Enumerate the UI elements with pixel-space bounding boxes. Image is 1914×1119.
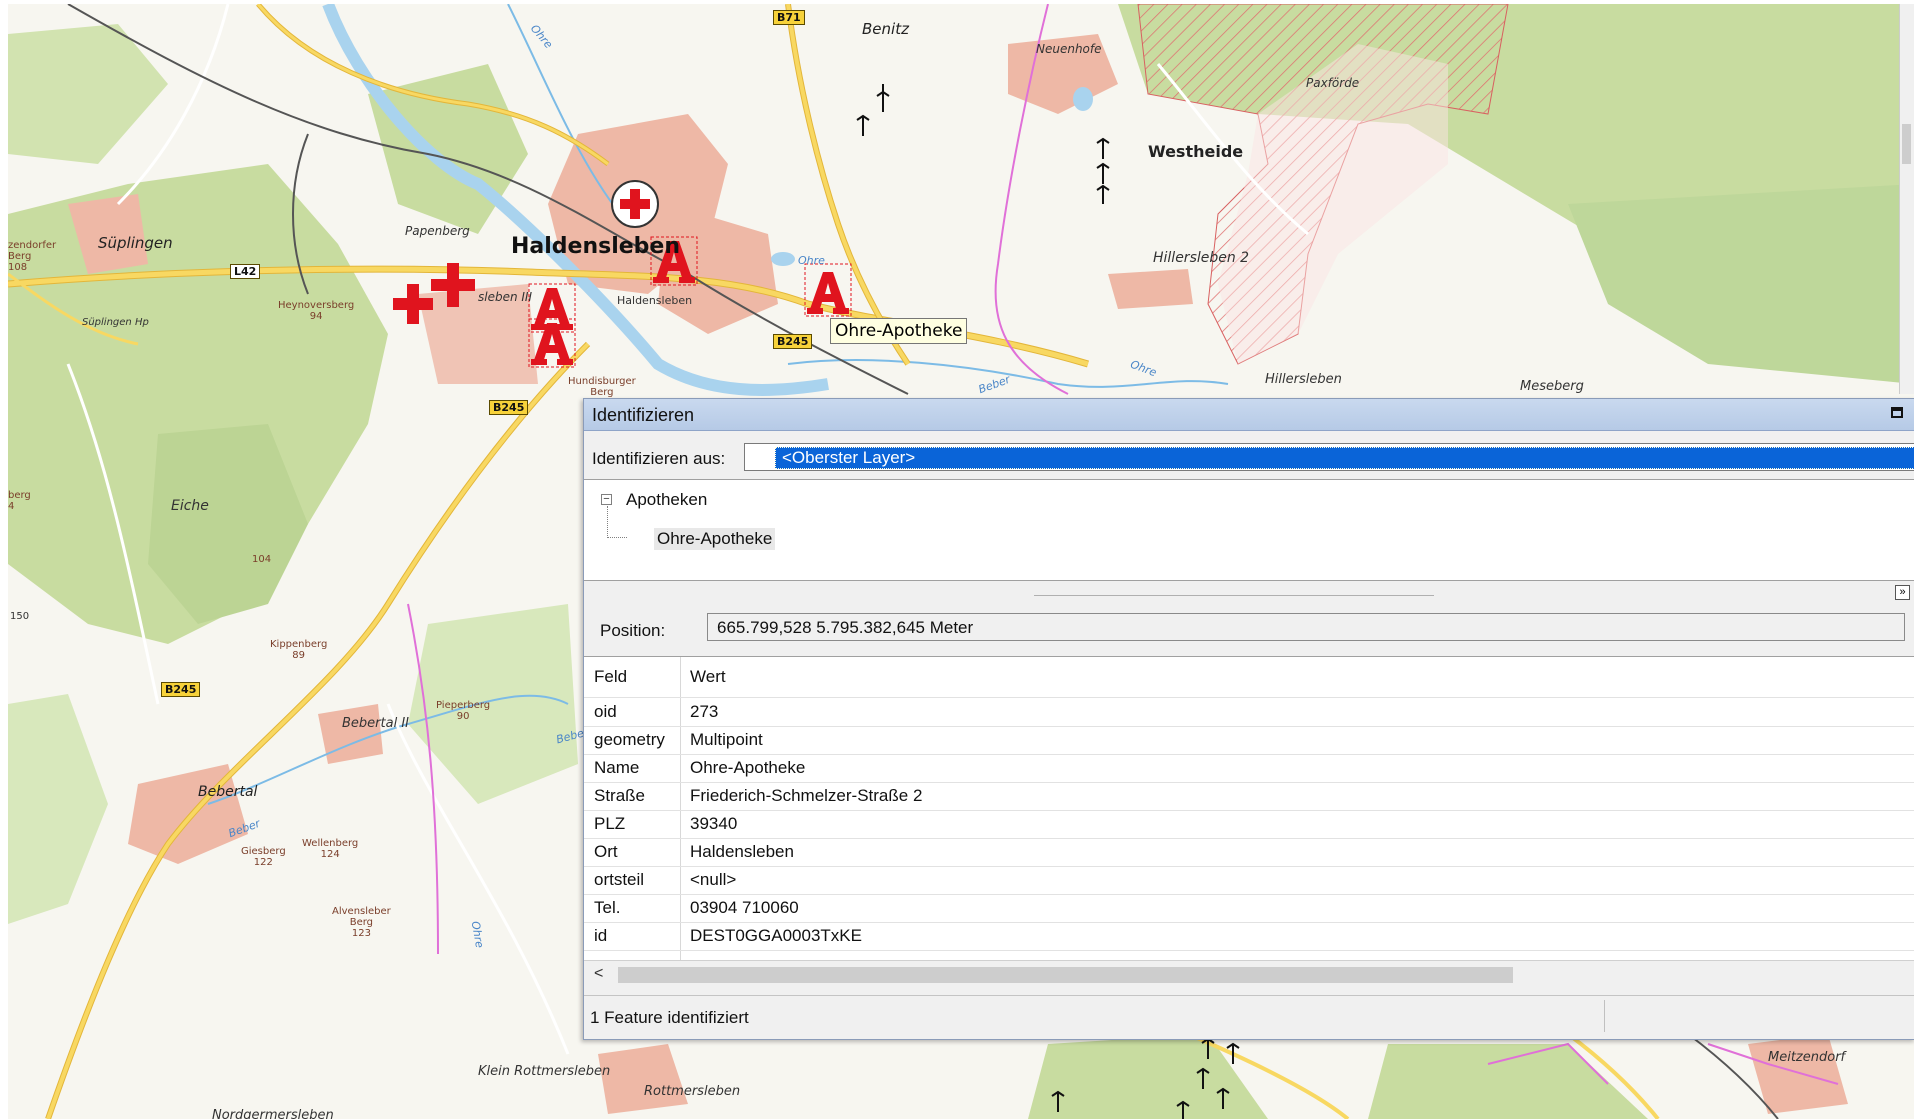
row-value: DEST0GGA0003TxKE: [690, 926, 862, 945]
table-row[interactable]: oid 273: [584, 698, 1914, 727]
row-field: id: [594, 926, 608, 945]
road-shield-b245: B245: [773, 334, 813, 349]
identify-titlebar[interactable]: Identifizieren: [584, 399, 1914, 431]
town-label: Klein Rottmersleben: [478, 1064, 611, 1079]
station-label: Süplingen Hp: [82, 317, 149, 328]
scrollbar-thumb[interactable]: [618, 967, 1513, 983]
town-label: Rottmersleben: [644, 1084, 741, 1099]
row-field: Tel.: [594, 898, 621, 917]
table-row[interactable]: id DEST0GGA0003TxKE: [584, 922, 1914, 951]
town-label: Neuenhofe: [1036, 42, 1102, 56]
status-divider: [1604, 1000, 1605, 1032]
town-label: Hillersleben: [1265, 372, 1342, 387]
row-field: PLZ: [594, 814, 626, 833]
row-value: Haldensleben: [690, 842, 794, 861]
maximize-icon[interactable]: [1891, 407, 1903, 418]
row-field: Name: [594, 758, 640, 777]
road-shield-l42: L42: [230, 264, 261, 279]
table-row[interactable]: PLZ 39340: [584, 810, 1914, 839]
road-shield-b245: B245: [489, 400, 529, 415]
panel-splitter[interactable]: [1034, 595, 1434, 598]
position-label: Position:: [600, 621, 666, 640]
row-field: oid: [594, 702, 617, 721]
road-shield-b71: B71: [773, 10, 805, 25]
tree-connector: [607, 537, 627, 538]
town-label: Haldensleben: [617, 294, 693, 307]
map-tooltip: Ohre-Apotheke: [830, 318, 968, 344]
column-header-value[interactable]: Wert: [690, 657, 726, 697]
identify-from-label: Identifizieren aus:: [592, 449, 726, 468]
row-value: 03904 710060: [690, 898, 799, 917]
hill-label: Alvensleber Berg 123: [332, 906, 391, 939]
row-value: 39340: [690, 814, 738, 833]
table-header: Feld Wert: [584, 657, 1914, 698]
town-label: Eiche: [171, 498, 209, 514]
layer-dropdown[interactable]: <Oberster Layer>: [744, 443, 1914, 471]
hill-label: Kippenberg 89: [270, 639, 328, 661]
identify-title: Identifizieren: [592, 405, 695, 425]
hospital-cross-icon[interactable]: [431, 263, 475, 307]
result-tree[interactable]: − Apotheken Ohre-Apotheke: [584, 479, 1914, 581]
town-label: sleben III: [478, 290, 533, 304]
tree-node-feature[interactable]: Ohre-Apotheke: [654, 528, 776, 550]
town-label: Meitzendorf: [1768, 1050, 1846, 1065]
hospital-cross-icon[interactable]: [611, 180, 659, 228]
river-label: Ohre: [798, 254, 825, 267]
scroll-left-icon[interactable]: <: [594, 965, 603, 983]
town-label: Süplingen: [98, 234, 173, 252]
town-label: Meseberg: [1520, 379, 1584, 394]
table-row[interactable]: Straße Friederich-Schmelzer-Straße 2: [584, 782, 1914, 811]
town-label: Paxförde: [1306, 76, 1360, 90]
layer-dropdown-value[interactable]: <Oberster Layer>: [775, 447, 1914, 469]
row-value: 273: [690, 702, 719, 721]
collapse-icon[interactable]: »: [1895, 585, 1910, 600]
table-horizontal-scrollbar[interactable]: <: [584, 960, 1914, 989]
position-field[interactable]: 665.799,528 5.795.382,645 Meter: [707, 613, 1905, 641]
hill-label: Hundisburger Berg: [568, 376, 636, 398]
tree-connector: [607, 506, 608, 538]
row-field: ortsteil: [594, 870, 645, 889]
tree-node-layer[interactable]: Apotheken: [626, 490, 707, 510]
hill-label: 104: [252, 554, 272, 565]
town-label: Papenberg: [405, 224, 470, 238]
town-label: Nordgermersleben: [212, 1108, 334, 1119]
row-field: Ort: [594, 842, 618, 861]
table-row[interactable]: ortsteil <null>: [584, 866, 1914, 895]
row-value: <null>: [690, 870, 737, 889]
town-label: Benitz: [862, 20, 909, 38]
hill-label: 150: [10, 611, 30, 622]
identify-panel: Identifizieren Identifizieren aus: <Ober…: [583, 398, 1914, 1040]
status-bar: 1 Feature identifiziert: [584, 995, 1914, 1040]
hill-label: Pieperberg 90: [436, 700, 491, 722]
table-row[interactable]: Tel. 03904 710060: [584, 894, 1914, 923]
status-text: 1 Feature identifiziert: [590, 1008, 749, 1027]
hill-label: Giesberg 122: [241, 846, 286, 868]
row-field: geometry: [594, 730, 665, 749]
row-field: Straße: [594, 786, 646, 805]
pharmacy-icon[interactable]: [529, 319, 575, 367]
row-value: Friederich-Schmelzer-Straße 2: [690, 786, 923, 805]
map-vertical-scrollbar[interactable]: [1899, 4, 1914, 394]
pharmacy-icon-selected[interactable]: [805, 268, 851, 316]
attribute-table[interactable]: Feld Wert oid 273 geometry Multipoint Na…: [584, 656, 1914, 961]
road-shield-b245: B245: [161, 682, 201, 697]
table-row[interactable]: geometry Multipoint: [584, 726, 1914, 755]
hill-label: berg 4: [8, 490, 31, 512]
town-label: Bebertal II: [342, 716, 409, 731]
town-label: Bebertal: [198, 784, 258, 800]
column-header-field[interactable]: Feld: [594, 657, 627, 697]
table-row[interactable]: Ort Haldensleben: [584, 838, 1914, 867]
table-row[interactable]: Name Ohre-Apotheke: [584, 754, 1914, 783]
town-label: Haldensleben: [511, 234, 681, 259]
town-label: Westheide: [1148, 142, 1244, 161]
hill-label: zendorfer Berg 108: [8, 240, 57, 273]
scrollbar-thumb[interactable]: [1902, 124, 1911, 164]
tree-collapse-icon[interactable]: −: [601, 494, 612, 505]
hill-label: Heynoversberg 94: [278, 300, 355, 322]
hill-label: Wellenberg 124: [302, 838, 359, 860]
row-value: Multipoint: [690, 730, 763, 749]
town-label: Hillersleben 2: [1153, 250, 1250, 266]
hospital-cross-icon[interactable]: [393, 284, 433, 324]
row-value: Ohre-Apotheke: [690, 758, 806, 777]
